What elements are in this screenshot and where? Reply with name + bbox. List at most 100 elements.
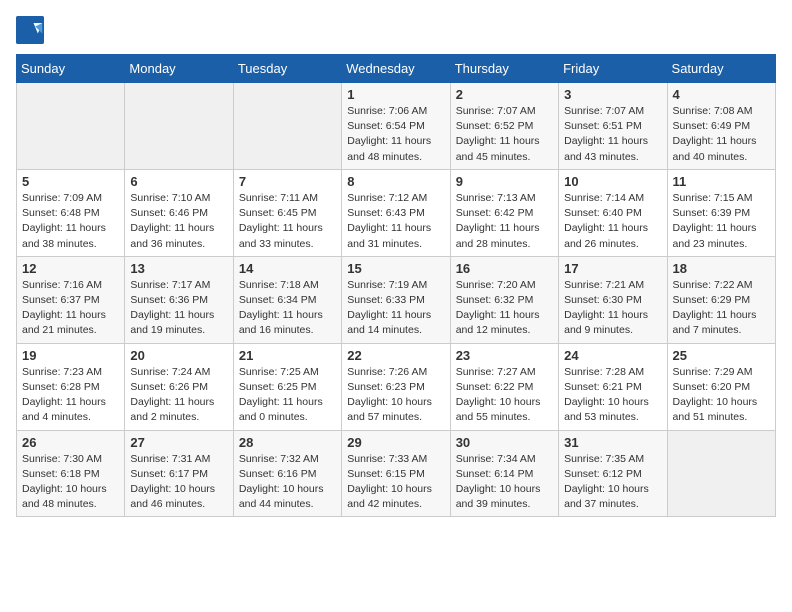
day-number: 19 <box>22 348 119 363</box>
day-cell: 28 Sunrise: 7:32 AMSunset: 6:16 PMDayligh… <box>233 430 341 517</box>
day-info: Sunrise: 7:35 AMSunset: 6:12 PMDaylight:… <box>564 452 661 513</box>
day-number: 17 <box>564 261 661 276</box>
logo <box>16 16 48 44</box>
day-cell: 18 Sunrise: 7:22 AMSunset: 6:29 PMDayligh… <box>667 256 775 343</box>
weekday-header-sunday: Sunday <box>17 55 125 83</box>
day-info: Sunrise: 7:16 AMSunset: 6:37 PMDaylight:… <box>22 278 119 339</box>
week-row-2: 5 Sunrise: 7:09 AMSunset: 6:48 PMDaylight… <box>17 169 776 256</box>
day-cell: 11 Sunrise: 7:15 AMSunset: 6:39 PMDayligh… <box>667 169 775 256</box>
day-info: Sunrise: 7:19 AMSunset: 6:33 PMDaylight:… <box>347 278 444 339</box>
weekday-header-friday: Friday <box>559 55 667 83</box>
day-number: 7 <box>239 174 336 189</box>
week-row-3: 12 Sunrise: 7:16 AMSunset: 6:37 PMDayligh… <box>17 256 776 343</box>
calendar-table: SundayMondayTuesdayWednesdayThursdayFrid… <box>16 54 776 517</box>
day-info: Sunrise: 7:20 AMSunset: 6:32 PMDaylight:… <box>456 278 553 339</box>
day-info: Sunrise: 7:12 AMSunset: 6:43 PMDaylight:… <box>347 191 444 252</box>
week-row-1: 1Sunrise: 7:06 AMSunset: 6:54 PMDaylight… <box>17 83 776 170</box>
day-number: 4 <box>673 87 770 102</box>
day-cell: 2 Sunrise: 7:07 AMSunset: 6:52 PMDaylight… <box>450 83 558 170</box>
day-number: 8 <box>347 174 444 189</box>
day-info: Sunrise: 7:09 AMSunset: 6:48 PMDaylight:… <box>22 191 119 252</box>
day-number: 10 <box>564 174 661 189</box>
day-cell: 9Sunrise: 7:13 AMSunset: 6:42 PMDaylight… <box>450 169 558 256</box>
day-cell: 25Sunrise: 7:29 AMSunset: 6:20 PMDayligh… <box>667 343 775 430</box>
day-info: Sunrise: 7:30 AMSunset: 6:18 PMDaylight:… <box>22 452 119 513</box>
day-info: Sunrise: 7:29 AMSunset: 6:20 PMDaylight:… <box>673 365 770 426</box>
day-number: 6 <box>130 174 227 189</box>
weekday-header-thursday: Thursday <box>450 55 558 83</box>
day-cell: 13 Sunrise: 7:17 AMSunset: 6:36 PMDayligh… <box>125 256 233 343</box>
day-cell: 1Sunrise: 7:06 AMSunset: 6:54 PMDaylight… <box>342 83 450 170</box>
header-row: SundayMondayTuesdayWednesdayThursdayFrid… <box>17 55 776 83</box>
day-info: Sunrise: 7:10 AMSunset: 6:46 PMDaylight:… <box>130 191 227 252</box>
day-cell: 6 Sunrise: 7:10 AMSunset: 6:46 PMDaylight… <box>125 169 233 256</box>
day-info: Sunrise: 7:22 AMSunset: 6:29 PMDaylight:… <box>673 278 770 339</box>
day-number: 22 <box>347 348 444 363</box>
day-cell: 15 Sunrise: 7:19 AMSunset: 6:33 PMDayligh… <box>342 256 450 343</box>
day-cell: 27 Sunrise: 7:31 AMSunset: 6:17 PMDayligh… <box>125 430 233 517</box>
weekday-header-saturday: Saturday <box>667 55 775 83</box>
day-info: Sunrise: 7:26 AMSunset: 6:23 PMDaylight:… <box>347 365 444 426</box>
week-row-5: 26 Sunrise: 7:30 AMSunset: 6:18 PMDayligh… <box>17 430 776 517</box>
weekday-header-monday: Monday <box>125 55 233 83</box>
day-cell: 31 Sunrise: 7:35 AMSunset: 6:12 PMDayligh… <box>559 430 667 517</box>
day-cell <box>233 83 341 170</box>
day-cell: 29Sunrise: 7:33 AMSunset: 6:15 PMDayligh… <box>342 430 450 517</box>
day-cell <box>17 83 125 170</box>
day-cell: 3 Sunrise: 7:07 AMSunset: 6:51 PMDaylight… <box>559 83 667 170</box>
day-number: 3 <box>564 87 661 102</box>
day-number: 13 <box>130 261 227 276</box>
day-info: Sunrise: 7:18 AMSunset: 6:34 PMDaylight:… <box>239 278 336 339</box>
day-number: 5 <box>22 174 119 189</box>
day-cell: 14 Sunrise: 7:18 AMSunset: 6:34 PMDayligh… <box>233 256 341 343</box>
day-info: Sunrise: 7:13 AMSunset: 6:42 PMDaylight:… <box>456 191 553 252</box>
day-info: Sunrise: 7:11 AMSunset: 6:45 PMDaylight:… <box>239 191 336 252</box>
day-info: Sunrise: 7:27 AMSunset: 6:22 PMDaylight:… <box>456 365 553 426</box>
day-cell: 19Sunrise: 7:23 AMSunset: 6:28 PMDayligh… <box>17 343 125 430</box>
day-info: Sunrise: 7:07 AMSunset: 6:51 PMDaylight:… <box>564 104 661 165</box>
day-info: Sunrise: 7:14 AMSunset: 6:40 PMDaylight:… <box>564 191 661 252</box>
day-number: 11 <box>673 174 770 189</box>
day-info: Sunrise: 7:21 AMSunset: 6:30 PMDaylight:… <box>564 278 661 339</box>
day-info: Sunrise: 7:32 AMSunset: 6:16 PMDaylight:… <box>239 452 336 513</box>
day-cell: 21Sunrise: 7:25 AMSunset: 6:25 PMDayligh… <box>233 343 341 430</box>
day-info: Sunrise: 7:34 AMSunset: 6:14 PMDaylight:… <box>456 452 553 513</box>
day-number: 20 <box>130 348 227 363</box>
day-number: 31 <box>564 435 661 450</box>
day-cell: 30 Sunrise: 7:34 AMSunset: 6:14 PMDayligh… <box>450 430 558 517</box>
day-cell: 23Sunrise: 7:27 AMSunset: 6:22 PMDayligh… <box>450 343 558 430</box>
day-cell: 26 Sunrise: 7:30 AMSunset: 6:18 PMDayligh… <box>17 430 125 517</box>
day-number: 21 <box>239 348 336 363</box>
day-cell: 5 Sunrise: 7:09 AMSunset: 6:48 PMDaylight… <box>17 169 125 256</box>
day-info: Sunrise: 7:24 AMSunset: 6:26 PMDaylight:… <box>130 365 227 426</box>
day-number: 18 <box>673 261 770 276</box>
day-number: 30 <box>456 435 553 450</box>
day-info: Sunrise: 7:33 AMSunset: 6:15 PMDaylight:… <box>347 452 444 513</box>
day-number: 27 <box>130 435 227 450</box>
day-info: Sunrise: 7:08 AMSunset: 6:49 PMDaylight:… <box>673 104 770 165</box>
day-cell: 12 Sunrise: 7:16 AMSunset: 6:37 PMDayligh… <box>17 256 125 343</box>
day-number: 28 <box>239 435 336 450</box>
day-info: Sunrise: 7:28 AMSunset: 6:21 PMDaylight:… <box>564 365 661 426</box>
day-info: Sunrise: 7:06 AMSunset: 6:54 PMDaylight:… <box>347 104 444 165</box>
weekday-header-wednesday: Wednesday <box>342 55 450 83</box>
day-cell: 24 Sunrise: 7:28 AMSunset: 6:21 PMDayligh… <box>559 343 667 430</box>
day-number: 12 <box>22 261 119 276</box>
weekday-header-tuesday: Tuesday <box>233 55 341 83</box>
day-number: 15 <box>347 261 444 276</box>
day-cell <box>667 430 775 517</box>
day-info: Sunrise: 7:31 AMSunset: 6:17 PMDaylight:… <box>130 452 227 513</box>
day-cell: 16Sunrise: 7:20 AMSunset: 6:32 PMDayligh… <box>450 256 558 343</box>
logo-icon <box>16 16 44 44</box>
day-number: 2 <box>456 87 553 102</box>
day-number: 26 <box>22 435 119 450</box>
day-cell: 4 Sunrise: 7:08 AMSunset: 6:49 PMDaylight… <box>667 83 775 170</box>
day-info: Sunrise: 7:17 AMSunset: 6:36 PMDaylight:… <box>130 278 227 339</box>
day-info: Sunrise: 7:07 AMSunset: 6:52 PMDaylight:… <box>456 104 553 165</box>
day-cell: 7 Sunrise: 7:11 AMSunset: 6:45 PMDaylight… <box>233 169 341 256</box>
day-number: 24 <box>564 348 661 363</box>
day-cell: 20 Sunrise: 7:24 AMSunset: 6:26 PMDayligh… <box>125 343 233 430</box>
day-number: 14 <box>239 261 336 276</box>
day-info: Sunrise: 7:15 AMSunset: 6:39 PMDaylight:… <box>673 191 770 252</box>
day-cell: 10 Sunrise: 7:14 AMSunset: 6:40 PMDayligh… <box>559 169 667 256</box>
